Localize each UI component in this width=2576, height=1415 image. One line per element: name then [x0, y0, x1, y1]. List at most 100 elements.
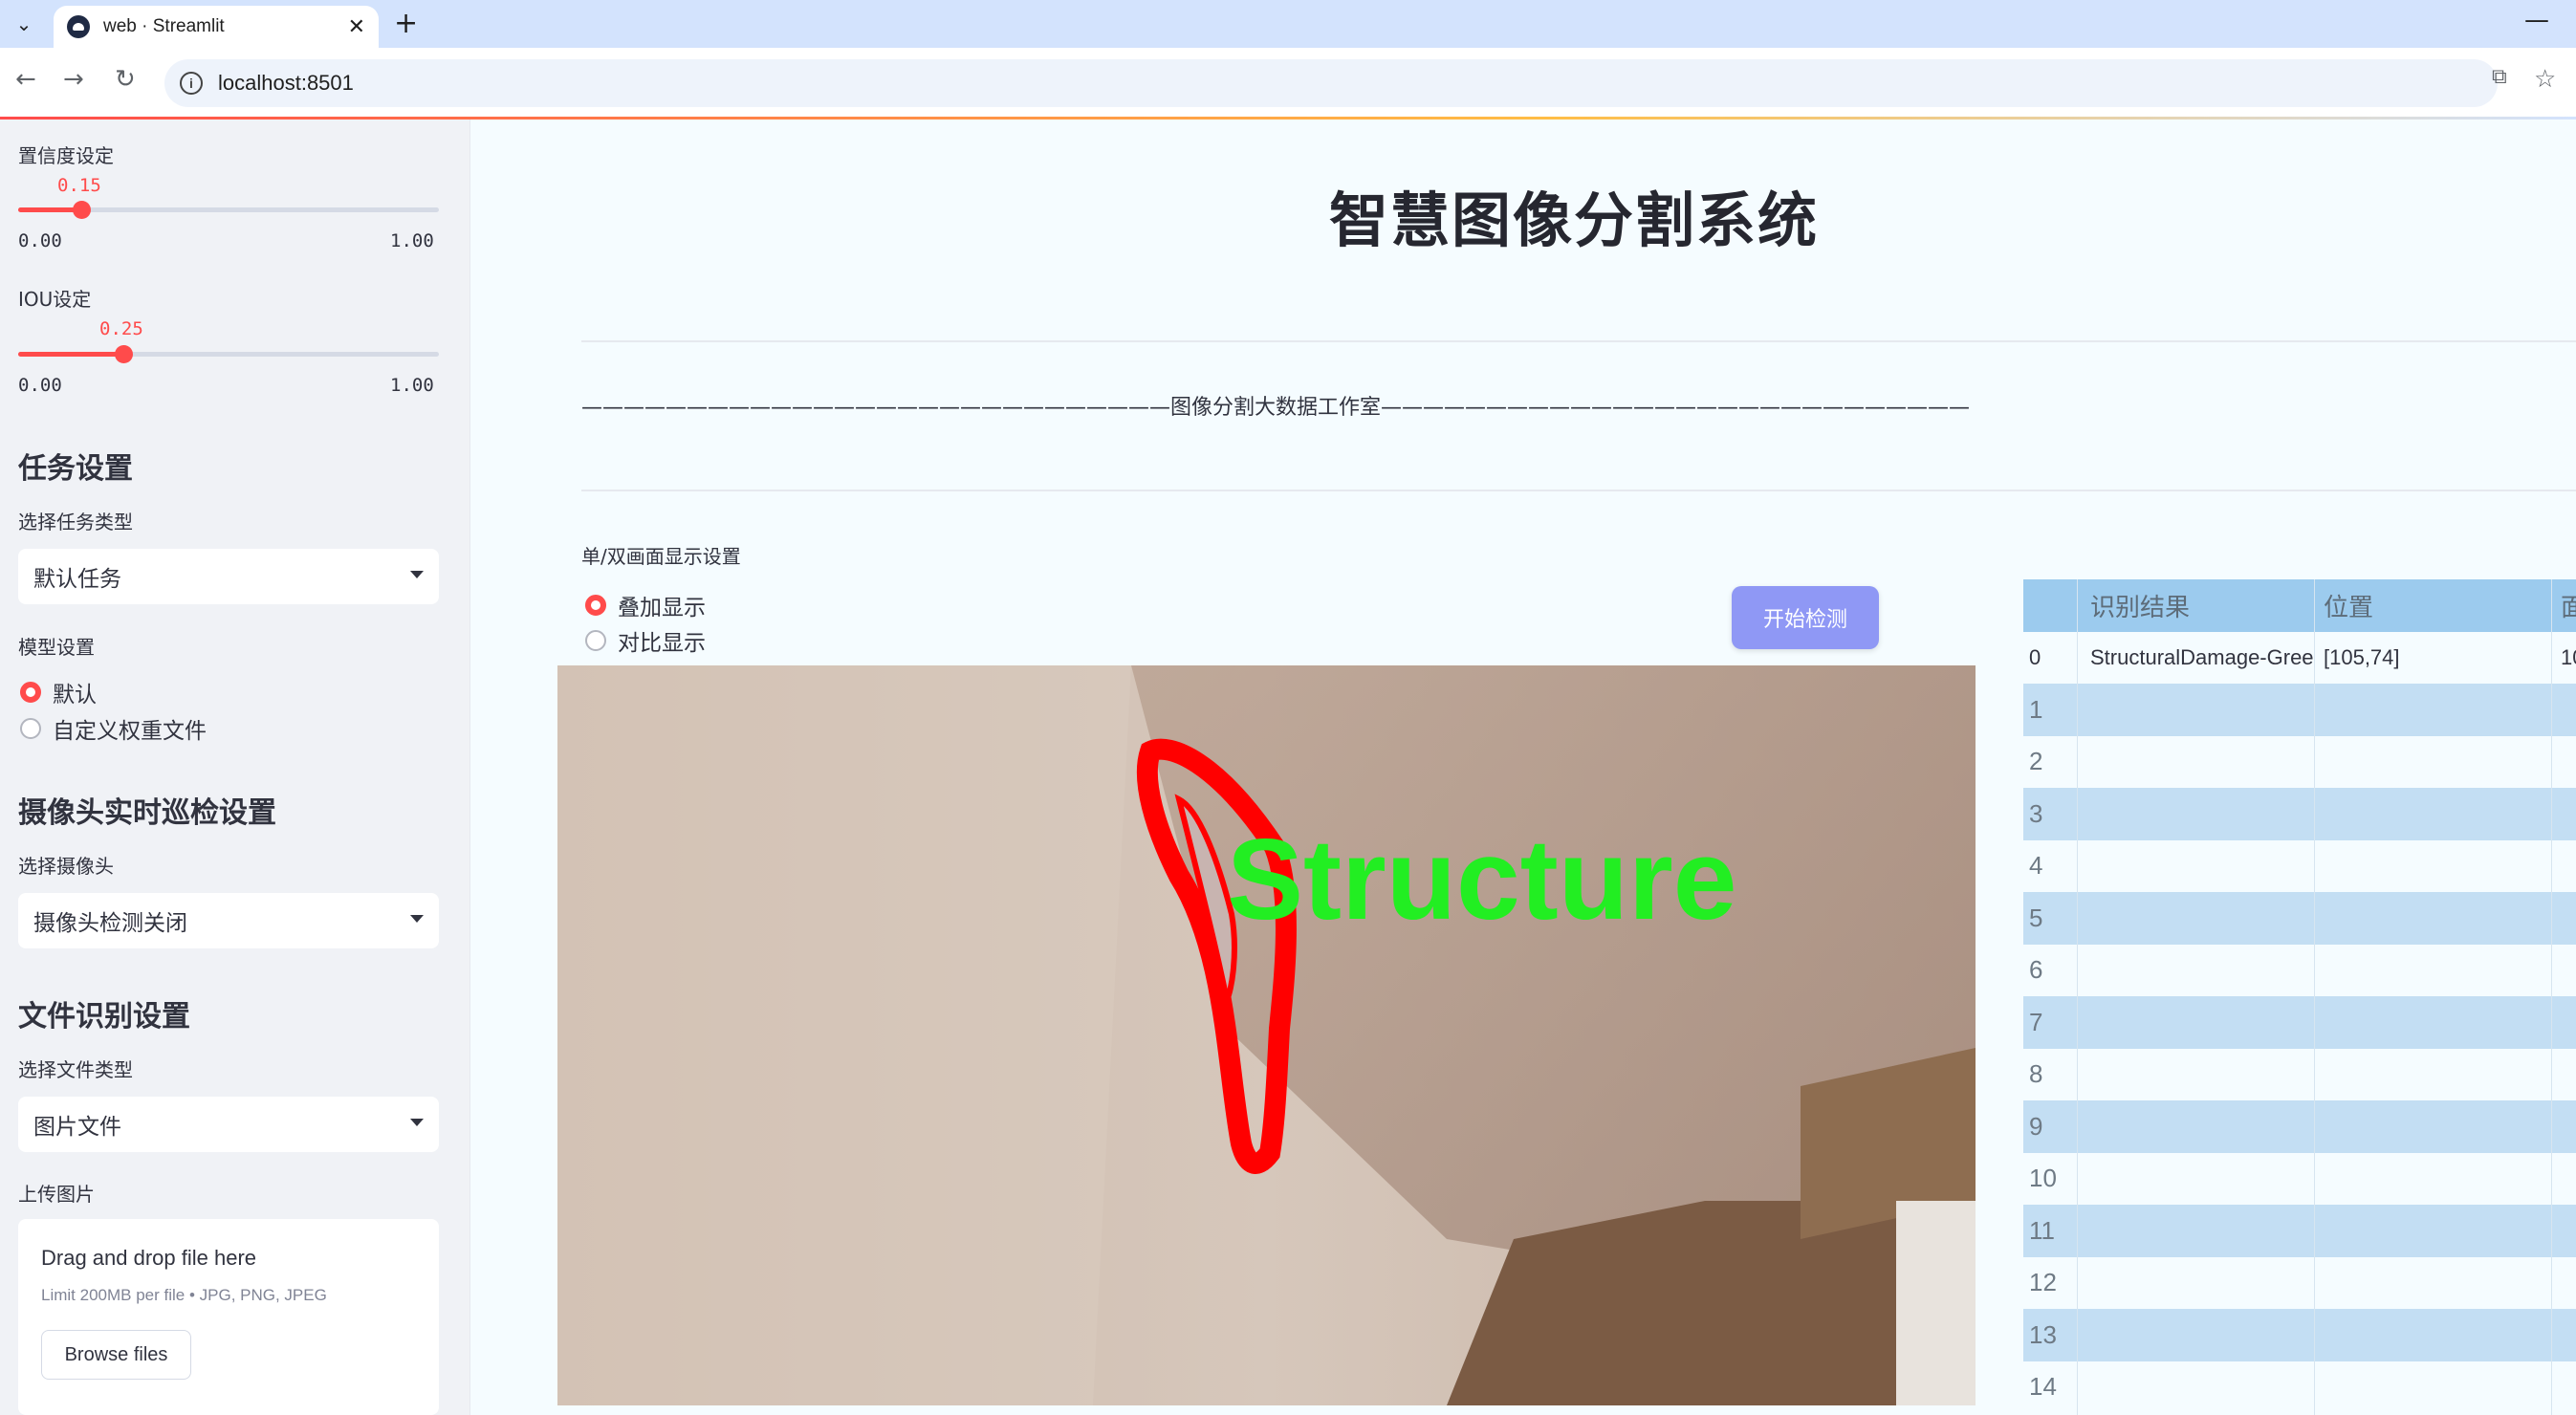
row-index: 1 [2029, 694, 2043, 724]
iou-min: 0.00 [18, 375, 62, 396]
table-row[interactable]: 2 [2023, 736, 2576, 789]
table-row[interactable]: 10 [2023, 1153, 2576, 1206]
column-header-area[interactable]: 面积 [2551, 579, 2576, 632]
reload-icon[interactable]: ↻ [115, 65, 136, 94]
display-option-overlay-label: 叠加显示 [618, 596, 706, 620]
forward-arrow-icon[interactable]: → [63, 65, 84, 94]
iou-slider-thumb[interactable] [115, 345, 133, 363]
row-index: 7 [2029, 1007, 2043, 1036]
table-row[interactable]: 9 [2023, 1100, 2576, 1153]
camera-select-value: 摄像头检测关闭 [33, 911, 187, 936]
results-table[interactable]: 识别结果 位置 面积 时间 0 StructuralDamage-Green- [1… [2023, 579, 2576, 1415]
browser-tab[interactable]: web · Streamlit ✕ [54, 6, 379, 48]
row-area [2551, 892, 2576, 945]
dropzone-limit: Limit 200MB per file • JPG, PNG, JPEG [41, 1286, 327, 1304]
row-area [2551, 1257, 2576, 1310]
chevron-down-icon [410, 1119, 424, 1126]
iou-slider-fill [18, 352, 123, 357]
column-header-index [2023, 579, 2077, 632]
iou-label: IOU设定 [18, 288, 92, 311]
page-title: 智慧图像分割系统 [1329, 185, 1820, 255]
row-index: 0 [2029, 644, 2041, 669]
camera-select-label: 选择摄像头 [18, 855, 114, 878]
camera-select[interactable]: 摄像头检测关闭 [18, 893, 439, 948]
row-index: 10 [2029, 1164, 2057, 1193]
task-type-value: 默认任务 [33, 567, 121, 592]
bookmark-star-icon[interactable]: ☆ [2534, 65, 2556, 94]
table-row[interactable]: 12 [2023, 1257, 2576, 1310]
table-row[interactable]: 11 [2023, 1205, 2576, 1257]
table-row[interactable]: 7 [2023, 996, 2576, 1049]
sidebar: 置信度设定 0.15 0.00 1.00 IOU设定 0.25 0.00 1.0… [0, 120, 470, 1415]
table-row[interactable]: 1 [2023, 684, 2576, 736]
column-header-result[interactable]: 识别结果 [2077, 579, 2314, 632]
translate-icon[interactable]: ⧉ [2492, 65, 2507, 89]
row-result [2077, 1049, 2314, 1101]
row-result [2077, 1361, 2314, 1414]
chevron-down-icon [410, 571, 424, 578]
model-radio-custom[interactable]: 自定义权重文件 [20, 712, 207, 745]
table-row[interactable]: 13 [2023, 1309, 2576, 1361]
confidence-slider[interactable] [18, 201, 439, 219]
row-position [2314, 1205, 2551, 1257]
row-result [2077, 1153, 2314, 1206]
url-field[interactable]: i localhost:8501 [164, 59, 2498, 107]
site-info-icon[interactable]: i [180, 72, 203, 95]
file-type-value: 图片文件 [33, 1115, 121, 1140]
tab-close-icon[interactable]: ✕ [348, 15, 365, 39]
row-position [2314, 892, 2551, 945]
task-type-select[interactable]: 默认任务 [18, 549, 439, 604]
confidence-value: 0.15 [57, 175, 101, 196]
table-row[interactable]: 6 [2023, 945, 2576, 997]
row-index: 6 [2029, 955, 2043, 985]
table-row[interactable]: 3 [2023, 788, 2576, 840]
table-row[interactable]: 14 [2023, 1361, 2576, 1414]
row-result [2077, 1100, 2314, 1153]
row-area [2551, 684, 2576, 736]
display-mode-label: 单/双画面显示设置 [581, 545, 741, 568]
confidence-slider-thumb[interactable] [73, 201, 91, 219]
back-arrow-icon[interactable]: ← [15, 65, 36, 94]
model-option-custom-label: 自定义权重文件 [53, 719, 207, 744]
browse-files-button[interactable]: Browse files [41, 1330, 191, 1380]
start-detection-button[interactable]: 开始检测 [1732, 586, 1879, 649]
table-header-row: 识别结果 位置 面积 时间 [2023, 579, 2576, 632]
row-index: 3 [2029, 798, 2043, 828]
radio-unselected-icon [20, 718, 41, 739]
window-minimize-icon[interactable]: — [2524, 6, 2549, 34]
row-index: 11 [2029, 1215, 2055, 1245]
row-area [2551, 1153, 2576, 1206]
row-position [2314, 1361, 2551, 1414]
display-radio-compare[interactable]: 对比显示 [585, 624, 706, 657]
row-index: 2 [2029, 747, 2043, 776]
row-area [2551, 996, 2576, 1049]
iou-slider[interactable] [18, 345, 439, 363]
tab-search-chevron-icon[interactable]: ⌄ [8, 8, 40, 40]
url-text[interactable]: localhost:8501 [218, 71, 354, 96]
table-row[interactable]: 5 [2023, 892, 2576, 945]
row-area [2551, 1361, 2576, 1414]
file-dropzone[interactable]: Drag and drop file here Limit 200MB per … [18, 1219, 439, 1415]
new-tab-plus-icon[interactable]: + [394, 8, 418, 40]
row-index: 12 [2029, 1268, 2057, 1297]
row-result [2077, 1205, 2314, 1257]
row-result [2077, 892, 2314, 945]
radio-selected-icon [20, 682, 41, 703]
row-area [2551, 1309, 2576, 1361]
column-divider [2314, 579, 2315, 1415]
column-header-position[interactable]: 位置 [2314, 579, 2551, 632]
radio-unselected-icon [585, 630, 606, 651]
model-radio-default[interactable]: 默认 [20, 676, 97, 708]
confidence-label: 置信度设定 [18, 144, 114, 167]
row-result [2077, 1309, 2314, 1361]
banner-text: ————————————————————————————图像分割大数据工作室——… [581, 396, 1971, 420]
table-row[interactable]: 4 [2023, 840, 2576, 893]
row-position [2314, 1309, 2551, 1361]
display-radio-overlay[interactable]: 叠加显示 [585, 589, 706, 621]
chevron-down-icon [410, 915, 424, 923]
table-row[interactable]: 0StructuralDamage-Green-[105,74]10720.01 [2023, 632, 2576, 685]
camera-settings-heading: 摄像头实时巡检设置 [18, 796, 276, 830]
confidence-max: 1.00 [390, 230, 434, 251]
file-type-select[interactable]: 图片文件 [18, 1097, 439, 1152]
table-row[interactable]: 8 [2023, 1049, 2576, 1101]
